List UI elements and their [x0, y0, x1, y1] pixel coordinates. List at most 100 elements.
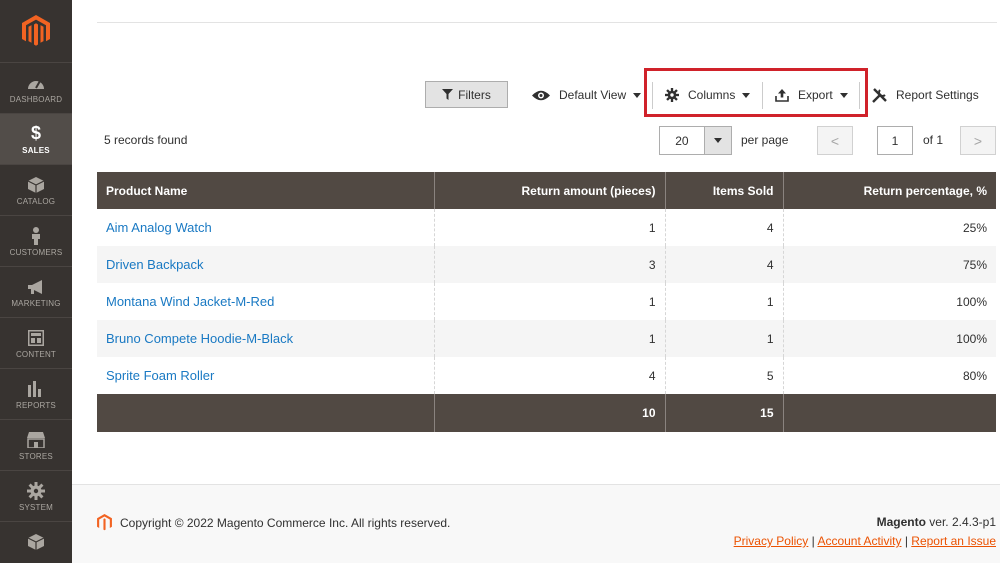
- sidebar-item-label: STORES: [19, 451, 53, 461]
- return-amount-cell: 1: [433, 283, 665, 320]
- items-sold-cell: 1: [664, 283, 783, 320]
- dollar-icon: $: [30, 123, 41, 143]
- sidebar-item-label: CATALOG: [16, 196, 56, 206]
- account-activity-link[interactable]: Account Activity: [817, 534, 901, 548]
- totals-row: 10 15: [97, 394, 996, 432]
- return-percentage-cell: 100%: [782, 320, 996, 357]
- return-amount-cell: 3: [433, 246, 665, 283]
- report-issue-link[interactable]: Report an Issue: [911, 534, 996, 548]
- column-header-items-sold[interactable]: Items Sold: [664, 172, 783, 209]
- report-grid: Product Name Return amount (pieces) Item…: [97, 172, 996, 432]
- sidebar-item-system[interactable]: SYSTEM: [0, 470, 72, 521]
- table-row: Driven Backpack 3 4 75%: [97, 246, 996, 283]
- table-row: Sprite Foam Roller 4 5 80%: [97, 357, 996, 394]
- filters-button[interactable]: Filters: [425, 81, 508, 108]
- return-amount-cell: 1: [433, 320, 665, 357]
- sidebar-item-label: REPORTS: [16, 400, 56, 410]
- person-icon: [30, 226, 42, 246]
- column-header-return-amount[interactable]: Return amount (pieces): [433, 172, 665, 209]
- chevron-left-icon: <: [830, 132, 840, 149]
- table-row: Aim Analog Watch 1 4 25%: [97, 209, 996, 246]
- copyright: Copyright © 2022 Magento Commerce Inc. A…: [97, 514, 450, 531]
- tools-icon: [872, 87, 887, 103]
- items-sold-cell: 5: [664, 357, 783, 394]
- column-header-return-percentage[interactable]: Return percentage, %: [782, 172, 996, 209]
- column-header-product-name[interactable]: Product Name: [97, 172, 434, 209]
- copyright-text: Copyright © 2022 Magento Commerce Inc. A…: [120, 515, 451, 530]
- bar-chart-icon: [28, 379, 44, 399]
- report-settings-button[interactable]: Report Settings: [872, 84, 979, 106]
- page-divider: [97, 22, 997, 23]
- sidebar-item-label: SALES: [22, 145, 50, 155]
- filters-label: Filters: [458, 87, 491, 102]
- product-link[interactable]: Driven Backpack: [106, 257, 204, 272]
- total-returns-cell: 10: [433, 394, 665, 432]
- per-page-label: per page: [741, 133, 789, 147]
- page-number-input[interactable]: 1: [877, 126, 913, 155]
- privacy-policy-link[interactable]: Privacy Policy: [734, 534, 809, 548]
- records-found: 5 records found: [104, 133, 188, 147]
- table-row: Bruno Compete Hoodie-M-Black 1 1 100%: [97, 320, 996, 357]
- megaphone-icon: [27, 277, 45, 297]
- return-amount-cell: 1: [433, 209, 665, 246]
- items-sold-cell: 1: [664, 320, 783, 357]
- totals-label-cell: [97, 394, 434, 432]
- return-percentage-cell: 75%: [782, 246, 996, 283]
- version-info: Magento ver. 2.4.3-p1: [877, 515, 996, 529]
- return-percentage-cell: 100%: [782, 283, 996, 320]
- product-link[interactable]: Montana Wind Jacket-M-Red: [106, 294, 274, 309]
- sidebar-item-label: DASHBOARD: [9, 94, 63, 104]
- eye-icon: [532, 90, 550, 100]
- chevron-down-icon: [713, 138, 722, 143]
- magento-logo-icon: [22, 15, 50, 46]
- sidebar-item-label: CONTENT: [15, 349, 57, 359]
- default-view-label: Default View: [559, 88, 627, 102]
- sidebar-item-customers[interactable]: CUSTOMERS: [0, 215, 72, 266]
- return-amount-cell: 4: [433, 357, 665, 394]
- sidebar-item-label: SYSTEM: [18, 502, 54, 512]
- box-icon: [28, 175, 44, 195]
- sidebar-item-label: CUSTOMERS: [9, 247, 63, 257]
- product-link[interactable]: Aim Analog Watch: [106, 220, 212, 235]
- items-sold-cell: 4: [664, 209, 783, 246]
- sidebar-item-stores[interactable]: STORES: [0, 419, 72, 470]
- chevron-down-icon: [633, 92, 642, 98]
- version-text: ver. 2.4.3-p1: [925, 515, 996, 529]
- box-icon: [28, 532, 44, 552]
- total-sold-cell: 15: [664, 394, 783, 432]
- sidebar-item-extensions[interactable]: [0, 521, 72, 563]
- report-settings-label: Report Settings: [896, 88, 979, 102]
- layout-icon: [28, 328, 44, 348]
- sidebar-item-label: MARKETING: [11, 298, 61, 308]
- store-icon: [27, 430, 45, 450]
- product-link[interactable]: Bruno Compete Hoodie-M-Black: [106, 331, 293, 346]
- brand-name: Magento: [876, 515, 926, 529]
- table-header-row: Product Name Return amount (pieces) Item…: [97, 172, 996, 209]
- sidebar-item-sales[interactable]: $ SALES: [0, 113, 72, 164]
- table-row: Montana Wind Jacket-M-Red 1 1 100%: [97, 283, 996, 320]
- sidebar-item-catalog[interactable]: CATALOG: [0, 164, 72, 215]
- return-percentage-cell: 80%: [782, 357, 996, 394]
- per-page-value: 20: [675, 133, 689, 148]
- previous-page-button[interactable]: <: [817, 126, 853, 155]
- sidebar-item-content[interactable]: CONTENT: [0, 317, 72, 368]
- magento-logo[interactable]: [0, 0, 72, 62]
- default-view-dropdown[interactable]: Default View: [532, 84, 642, 106]
- sidebar-item-dashboard[interactable]: DASHBOARD: [0, 62, 72, 113]
- footer-links: Privacy Policy | Account Activity | Repo…: [733, 534, 996, 548]
- dashboard-icon: [27, 73, 45, 93]
- return-percentage-cell: 25%: [782, 209, 996, 246]
- items-sold-cell: 4: [664, 246, 783, 283]
- page-total: of 1: [923, 133, 944, 147]
- next-page-button[interactable]: >: [960, 126, 996, 155]
- admin-sidebar: DASHBOARD $ SALES CATALOG CUSTOMERS MARK…: [0, 0, 72, 563]
- per-page-select[interactable]: 20: [659, 126, 732, 155]
- per-page-toggle[interactable]: [703, 127, 731, 154]
- magento-logo-icon: [97, 514, 112, 531]
- total-percentage-cell: [782, 394, 996, 432]
- gear-icon: [27, 481, 45, 501]
- sidebar-item-marketing[interactable]: MARKETING: [0, 266, 72, 317]
- sidebar-item-reports[interactable]: REPORTS: [0, 368, 72, 419]
- product-link[interactable]: Sprite Foam Roller: [106, 368, 214, 383]
- highlight-frame: [644, 68, 868, 117]
